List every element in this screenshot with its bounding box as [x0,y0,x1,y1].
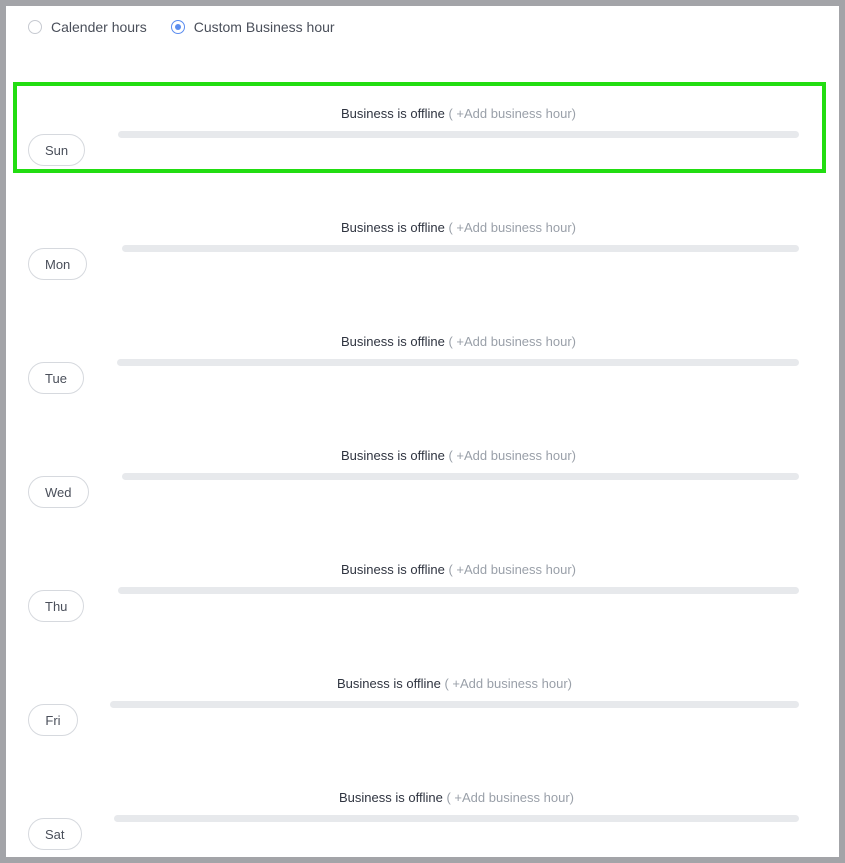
day-status-sun: Business is offline ( +Add business hour… [118,106,799,121]
day-pill-wed[interactable]: Wed [28,476,89,508]
day-row-mon: Mon Business is offline ( +Add business … [28,220,799,280]
day-row-wed: Wed Business is offline ( +Add business … [28,448,799,508]
day-pill-sun[interactable]: Sun [28,134,86,166]
day-pill-tue[interactable]: Tue [28,362,84,394]
status-text: Business is offline [337,676,441,691]
add-business-hour-link[interactable]: ( +Add business hour) [446,790,574,805]
calender-hours-option[interactable]: Calender hours [28,19,147,35]
hours-type-selector: Calender hours Custom Business hour [28,19,359,35]
status-text: Business is offline [339,790,443,805]
status-text: Business is offline [341,562,445,577]
calender-hours-label: Calender hours [51,19,147,35]
day-pill-fri[interactable]: Fri [28,704,78,736]
day-row-fri: Fri Business is offline ( +Add business … [28,676,799,736]
day-status-thu: Business is offline ( +Add business hour… [118,562,799,577]
hours-timeline-bar[interactable] [122,473,799,480]
add-business-hour-link[interactable]: ( +Add business hour) [448,106,576,121]
hours-timeline-bar[interactable] [117,359,799,366]
day-row-sun: Sun Business is offline ( +Add business … [28,106,799,166]
add-business-hour-link[interactable]: ( +Add business hour) [448,562,576,577]
status-text: Business is offline [341,106,445,121]
day-pill-sat[interactable]: Sat [28,818,82,850]
hours-timeline-bar[interactable] [114,815,799,822]
day-row-sat: Sat Business is offline ( +Add business … [28,790,799,850]
custom-business-hour-radio[interactable] [170,20,185,34]
hours-timeline-bar[interactable] [118,131,799,138]
add-business-hour-link[interactable]: ( +Add business hour) [448,334,576,349]
status-text: Business is offline [341,334,445,349]
hours-timeline-bar[interactable] [110,701,799,708]
custom-business-hour-label: Custom Business hour [193,19,335,35]
day-status-wed: Business is offline ( +Add business hour… [118,448,799,463]
day-pill-thu[interactable]: Thu [28,590,85,622]
add-business-hour-link[interactable]: ( +Add business hour) [448,220,576,235]
hours-timeline-bar[interactable] [118,587,799,594]
calender-hours-radio[interactable] [28,20,42,34]
day-status-mon: Business is offline ( +Add business hour… [118,220,799,235]
status-text: Business is offline [341,220,445,235]
day-status-sat: Business is offline ( +Add business hour… [114,790,799,805]
add-business-hour-link[interactable]: ( +Add business hour) [444,676,572,691]
add-business-hour-link[interactable]: ( +Add business hour) [448,448,576,463]
day-status-fri: Business is offline ( +Add business hour… [110,676,799,691]
custom-business-hour-option[interactable]: Custom Business hour [170,19,335,35]
day-pill-mon[interactable]: Mon [28,248,88,280]
day-status-tue: Business is offline ( +Add business hour… [118,334,799,349]
hours-timeline-bar[interactable] [122,245,799,252]
business-hours-panel: Calender hours Custom Business hour Sun … [0,0,845,863]
status-text: Business is offline [341,448,445,463]
day-row-thu: Thu Business is offline ( +Add business … [28,562,799,622]
day-row-tue: Tue Business is offline ( +Add business … [28,334,799,394]
